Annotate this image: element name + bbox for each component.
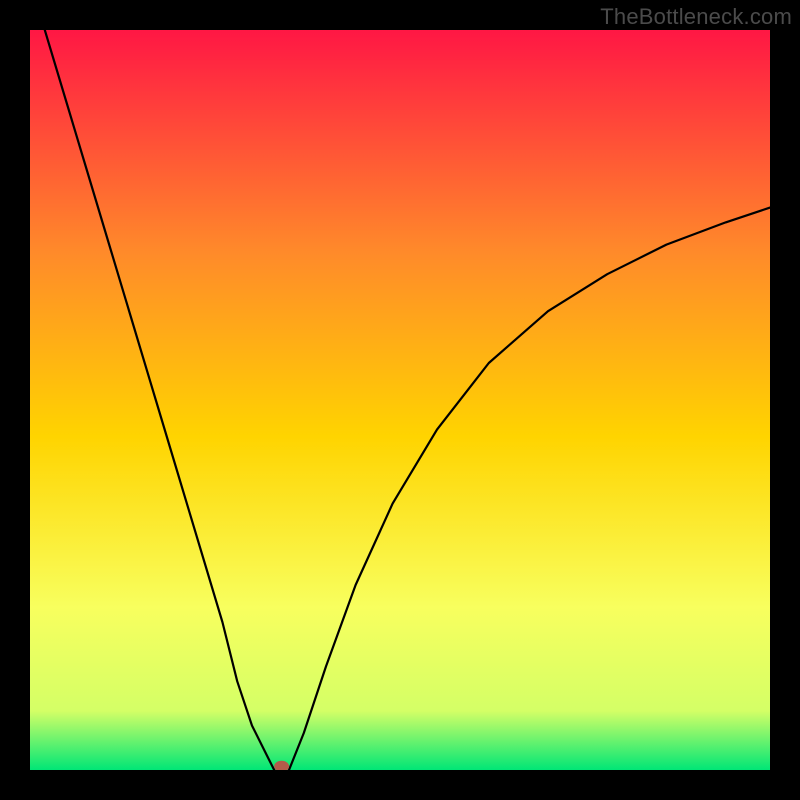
watermark-text: TheBottleneck.com xyxy=(600,4,792,30)
chart-svg xyxy=(30,30,770,770)
plot-area xyxy=(30,30,770,770)
chart-frame: TheBottleneck.com xyxy=(0,0,800,800)
gradient-background xyxy=(30,30,770,770)
optimal-point-marker xyxy=(275,761,289,770)
